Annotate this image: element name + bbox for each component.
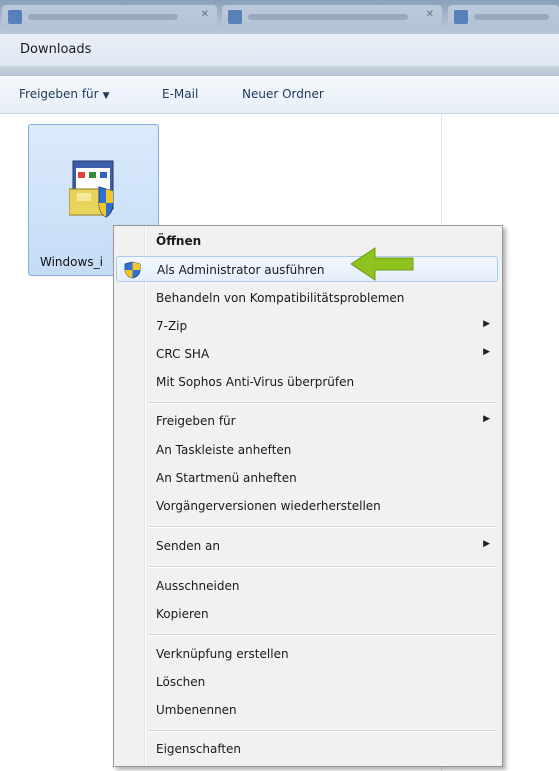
menu-item-label: Eigenschaften [156, 742, 242, 756]
tab-favicon-icon [454, 10, 468, 24]
tab-title-blurred [28, 14, 178, 20]
tab-title-blurred [248, 14, 408, 20]
blurred-tab[interactable] [448, 5, 559, 29]
menu-item-open[interactable]: Öffnen [116, 228, 498, 254]
menu-separator [148, 730, 496, 732]
tab-close-icon[interactable]: ✕ [426, 9, 434, 20]
menu-item-label: Mit Sophos Anti-Virus überprüfen [156, 375, 355, 389]
menu-item-properties[interactable]: Eigenschaften [116, 736, 498, 762]
menu-item-label: Vorgängerversionen wiederherstellen [156, 499, 381, 513]
menu-separator [148, 566, 496, 568]
tab-close-icon[interactable]: ✕ [201, 9, 209, 20]
tab-favicon-icon [228, 10, 242, 24]
menu-item-pin-start-menu[interactable]: An Startmenü anheften [116, 465, 498, 491]
menu-item-sophos-scan[interactable]: Mit Sophos Anti-Virus überprüfen [116, 369, 498, 395]
browser-tab-strip: ✕ ✕ [0, 0, 559, 34]
command-toolbar: Freigeben für ▼ E-Mail Neuer Ordner [0, 76, 559, 114]
menu-item-troubleshoot-compatibility[interactable]: Behandeln von Kompatibilitätsproblemen [116, 285, 498, 311]
menu-item-label: Freigeben für [156, 414, 236, 428]
menu-item-label: An Taskleiste anheften [156, 443, 292, 457]
submenu-arrow-icon: ▶ [483, 319, 490, 329]
menu-item-label: CRC SHA [156, 347, 210, 361]
menu-item-label: 7-Zip [156, 319, 188, 333]
menu-item-delete[interactable]: Löschen [116, 669, 498, 695]
share-button-label: Freigeben für [19, 87, 99, 101]
menu-item-label: Behandeln von Kompatibilitätsproblemen [156, 291, 405, 305]
uac-shield-icon [124, 261, 141, 279]
menu-item-rename[interactable]: Umbenennen [116, 697, 498, 723]
menu-item-crc-sha[interactable]: CRC SHA ▶ [116, 341, 498, 367]
file-name-label: Windows_i [40, 255, 103, 269]
menu-item-send-to[interactable]: Senden an ▶ [116, 533, 498, 559]
title-band [0, 66, 559, 76]
dropdown-arrow-icon: ▼ [102, 91, 110, 101]
context-menu: Öffnen Als Administrator ausführen Behan… [113, 225, 503, 767]
menu-item-pin-taskbar[interactable]: An Taskleiste anheften [116, 437, 498, 463]
menu-item-cut[interactable]: Ausschneiden [116, 573, 498, 599]
email-button[interactable]: E-Mail [162, 87, 198, 101]
menu-item-label: An Startmenü anheften [156, 471, 297, 485]
window-title: Downloads [20, 42, 92, 57]
installer-file-icon [69, 160, 114, 218]
menu-item-label: Umbenennen [156, 703, 237, 717]
menu-item-create-shortcut[interactable]: Verknüpfung erstellen [116, 641, 498, 667]
menu-separator [148, 634, 496, 636]
menu-item-label: Senden an [156, 539, 220, 553]
menu-item-share-with[interactable]: Freigeben für ▶ [116, 408, 498, 434]
tab-favicon-icon [8, 10, 22, 24]
new-folder-button[interactable]: Neuer Ordner [242, 87, 324, 101]
submenu-arrow-icon: ▶ [483, 347, 490, 357]
menu-separator [148, 526, 496, 528]
menu-item-label: Verknüpfung erstellen [156, 647, 289, 661]
menu-item-run-as-admin[interactable]: Als Administrator ausführen [116, 256, 498, 282]
green-arrow-icon [350, 247, 414, 281]
submenu-arrow-icon: ▶ [483, 414, 490, 424]
blurred-tab[interactable]: ✕ [222, 5, 442, 29]
menu-item-label: Kopieren [156, 607, 209, 621]
share-button[interactable]: Freigeben für ▼ [19, 87, 110, 101]
tab-title-blurred [474, 14, 549, 20]
window-title-bar: Downloads [0, 34, 559, 67]
menu-item-label: Ausschneiden [156, 579, 240, 593]
menu-item-copy[interactable]: Kopieren [116, 601, 498, 627]
menu-item-label: Als Administrator ausführen [157, 263, 325, 277]
submenu-arrow-icon: ▶ [483, 539, 490, 549]
menu-separator [148, 402, 496, 404]
menu-item-7zip[interactable]: 7-Zip ▶ [116, 313, 498, 339]
blurred-tab[interactable]: ✕ [2, 5, 217, 29]
menu-item-label: Öffnen [156, 234, 202, 248]
menu-item-label: Löschen [156, 675, 206, 689]
menu-item-restore-previous-versions[interactable]: Vorgängerversionen wiederherstellen [116, 493, 498, 519]
